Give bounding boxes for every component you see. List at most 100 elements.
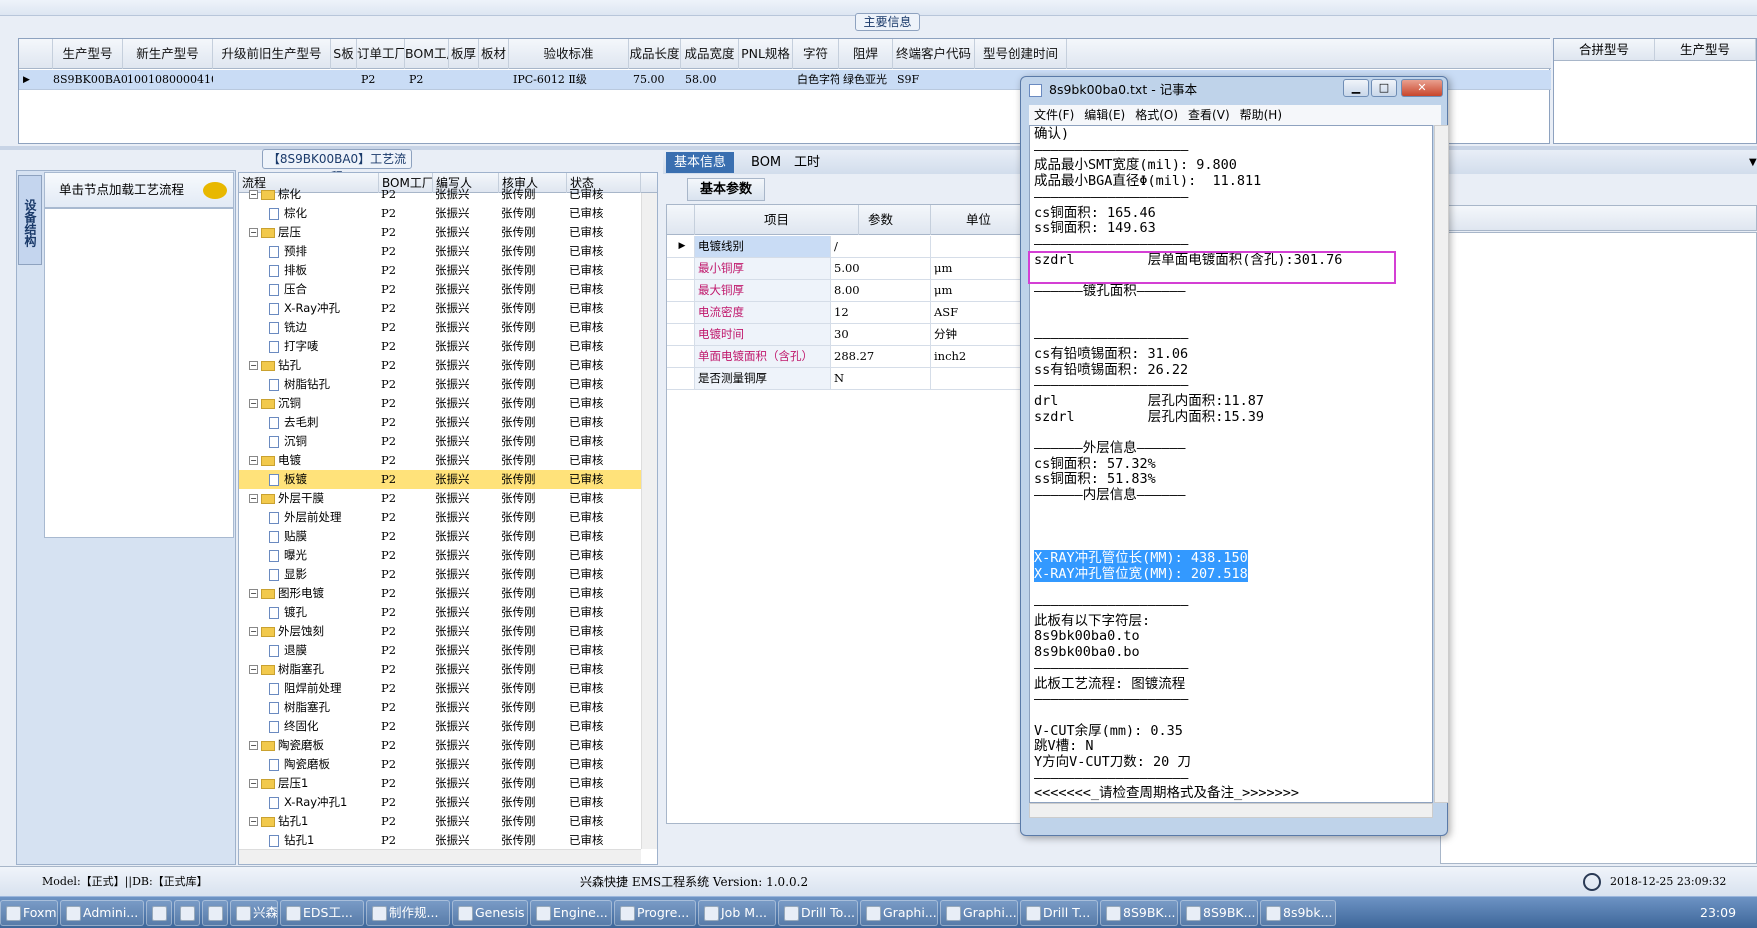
- tree-node[interactable]: 预排: [269, 242, 399, 261]
- tree-row[interactable]: 显影 P2 张振兴 张传刚 已审核: [239, 565, 641, 584]
- collapse-icon[interactable]: −: [249, 228, 258, 237]
- tree-row[interactable]: 排板 P2 张振兴 张传刚 已审核: [239, 261, 641, 280]
- tree-row[interactable]: 棕化 P2 张振兴 张传刚 已审核: [239, 204, 641, 223]
- tree-node[interactable]: − 钻孔1: [249, 812, 379, 831]
- node-area[interactable]: [44, 208, 234, 538]
- tree-node[interactable]: 铣边: [269, 318, 399, 337]
- grid-cell-col-9[interactable]: 75.00: [633, 70, 681, 90]
- taskbar-item[interactable]: 8S9BK...: [1180, 900, 1258, 926]
- tree-node[interactable]: − 层压: [249, 223, 379, 242]
- tree-row[interactable]: − 沉铜 P2 张振兴 张传刚 已审核: [239, 394, 641, 413]
- tree-node[interactable]: 曝光: [269, 546, 399, 565]
- taskbar-clock[interactable]: 23:09: [1700, 897, 1736, 928]
- tab-bom[interactable]: BOM: [743, 152, 789, 173]
- grid-cell-col-13[interactable]: 绿色亚光: [843, 70, 893, 90]
- param-value[interactable]: /: [831, 236, 931, 257]
- merged-model-grid[interactable]: 合拼型号 生产型号: [1553, 38, 1757, 144]
- grid-header-col-7[interactable]: 板材: [479, 39, 509, 69]
- tree-node[interactable]: 板镀: [269, 470, 399, 489]
- param-value[interactable]: 8.00: [831, 280, 931, 301]
- param-grid[interactable]: 项目 参数 单位 ▶ 电镀线别 / 最小铜厚 5.00 μm 最大铜厚 8.00 μm 电流密度 1…: [666, 204, 1027, 824]
- tree-node[interactable]: 去毛刺: [269, 413, 399, 432]
- param-row[interactable]: 单面电镀面积（含孔） 288.27 inch2: [667, 346, 1027, 368]
- tree-node[interactable]: − 图形电镀: [249, 584, 379, 603]
- row-selector[interactable]: [667, 302, 695, 323]
- tree-row[interactable]: X-Ray冲孔1 P2 张振兴 张传刚 已审核: [239, 793, 641, 812]
- collapse-icon[interactable]: −: [249, 589, 258, 598]
- tree-row[interactable]: 去毛刺 P2 张振兴 张传刚 已审核: [239, 413, 641, 432]
- tree-node[interactable]: − 外层干膜: [249, 489, 379, 508]
- tree-node[interactable]: − 棕化: [249, 185, 379, 204]
- tree-row[interactable]: − 钻孔 P2 张振兴 张传刚 已审核: [239, 356, 641, 375]
- tree-vertical-scrollbar[interactable]: [641, 193, 657, 849]
- collapse-icon[interactable]: −: [249, 817, 258, 826]
- grid-header-col-6[interactable]: 板厚: [449, 39, 479, 69]
- minimize-button[interactable]: ▁: [1343, 79, 1369, 97]
- tree-node[interactable]: 外层前处理: [269, 508, 399, 527]
- menu-file[interactable]: 文件(F): [1029, 105, 1079, 125]
- tree-node[interactable]: − 陶瓷磨板: [249, 736, 379, 755]
- tab-basic-params[interactable]: 基本参数: [687, 178, 765, 201]
- grid-header-col-1[interactable]: 新生产型号: [123, 39, 213, 69]
- taskbar-item[interactable]: EDS工...: [280, 900, 364, 926]
- grid-header-col-5[interactable]: BOM工厂: [405, 39, 449, 69]
- grid-cell-col-6[interactable]: [453, 70, 479, 90]
- grid-header-col-14[interactable]: 终端客户代码: [893, 39, 975, 69]
- tree-node[interactable]: 沉铜: [269, 432, 399, 451]
- grid-header-merged-model[interactable]: 合拼型号: [1554, 39, 1655, 61]
- param-row[interactable]: 电流密度 12 ASF: [667, 302, 1027, 324]
- collapse-icon[interactable]: −: [249, 399, 258, 408]
- tree-row[interactable]: − 树脂塞孔 P2 张振兴 张传刚 已审核: [239, 660, 641, 679]
- tree-node[interactable]: X-Ray冲孔1: [269, 793, 399, 812]
- tree-row[interactable]: − 棕化 P2 张振兴 张传刚 已审核: [239, 185, 641, 204]
- grid-header-production-model[interactable]: 生产型号: [1655, 39, 1756, 61]
- param-value[interactable]: 12: [831, 302, 931, 323]
- collapse-icon[interactable]: −: [249, 361, 258, 370]
- tree-node[interactable]: 镀孔: [269, 603, 399, 622]
- tree-row[interactable]: 预排 P2 张振兴 张传刚 已审核: [239, 242, 641, 261]
- tree-row[interactable]: 树脂塞孔 P2 张振兴 张传刚 已审核: [239, 698, 641, 717]
- tree-node[interactable]: 阻焊前处理: [269, 679, 399, 698]
- grid-cell-col-11[interactable]: [743, 70, 793, 90]
- tree-row[interactable]: 陶瓷磨板 P2 张振兴 张传刚 已审核: [239, 755, 641, 774]
- taskbar-item[interactable]: Foxmail: [0, 900, 58, 926]
- tree-row[interactable]: X-Ray冲孔 P2 张振兴 张传刚 已审核: [239, 299, 641, 318]
- grid-cell-col-3[interactable]: [335, 70, 357, 90]
- menu-help[interactable]: 帮助(H): [1235, 105, 1287, 125]
- tree-node[interactable]: 树脂钻孔: [269, 375, 399, 394]
- taskbar-item[interactable]: Drill To...: [778, 900, 858, 926]
- taskbar-item[interactable]: Graphi...: [860, 900, 938, 926]
- collapse-icon[interactable]: −: [249, 494, 258, 503]
- maximize-button[interactable]: □: [1371, 79, 1397, 97]
- taskbar-item[interactable]: Graphi...: [940, 900, 1018, 926]
- param-value[interactable]: 30: [831, 324, 931, 345]
- param-header-unit[interactable]: 单位: [931, 205, 1027, 235]
- collapse-icon[interactable]: −: [249, 456, 258, 465]
- tree-node[interactable]: 显影: [269, 565, 399, 584]
- grid-header-col-10[interactable]: 成品宽度: [681, 39, 739, 69]
- close-button[interactable]: ✕: [1401, 79, 1443, 97]
- tree-row[interactable]: − 外层干膜 P2 张振兴 张传刚 已审核: [239, 489, 641, 508]
- tree-row[interactable]: 树脂钻孔 P2 张振兴 张传刚 已审核: [239, 375, 641, 394]
- tree-row[interactable]: 钻孔1 P2 张振兴 张传刚 已审核: [239, 831, 641, 850]
- grid-cell-col-4[interactable]: P2: [361, 70, 405, 90]
- tree-row[interactable]: 退膜 P2 张振兴 张传刚 已审核: [239, 641, 641, 660]
- tree-row[interactable]: − 电镀 P2 张振兴 张传刚 已审核: [239, 451, 641, 470]
- menu-view[interactable]: 查看(V): [1183, 105, 1235, 125]
- param-row[interactable]: 最小铜厚 5.00 μm: [667, 258, 1027, 280]
- tree-node[interactable]: 棕化: [269, 204, 399, 223]
- collapse-arrow-icon[interactable]: ▼: [1741, 152, 1757, 173]
- tree-node[interactable]: 终固化: [269, 717, 399, 736]
- tree-row[interactable]: 外层前处理 P2 张振兴 张传刚 已审核: [239, 508, 641, 527]
- tree-row[interactable]: 终固化 P2 张振兴 张传刚 已审核: [239, 717, 641, 736]
- tree-row[interactable]: 压合 P2 张振兴 张传刚 已审核: [239, 280, 641, 299]
- grid-header-col-11[interactable]: PNL规格: [739, 39, 793, 69]
- tree-row[interactable]: 曝光 P2 张振兴 张传刚 已审核: [239, 546, 641, 565]
- tree-row[interactable]: 板镀 P2 张振兴 张传刚 已审核: [239, 470, 641, 489]
- tree-row[interactable]: − 钻孔1 P2 张振兴 张传刚 已审核: [239, 812, 641, 831]
- grid-cell-col-5[interactable]: P2: [409, 70, 449, 90]
- notepad-window[interactable]: 8s9bk00ba0.txt - 记事本 ▁ □ ✕ 文件(F) 编辑(E) 格式(…: [1020, 76, 1449, 836]
- row-selector[interactable]: [667, 324, 695, 345]
- tree-row[interactable]: − 层压 P2 张振兴 张传刚 已审核: [239, 223, 641, 242]
- tree-node[interactable]: − 钻孔: [249, 356, 379, 375]
